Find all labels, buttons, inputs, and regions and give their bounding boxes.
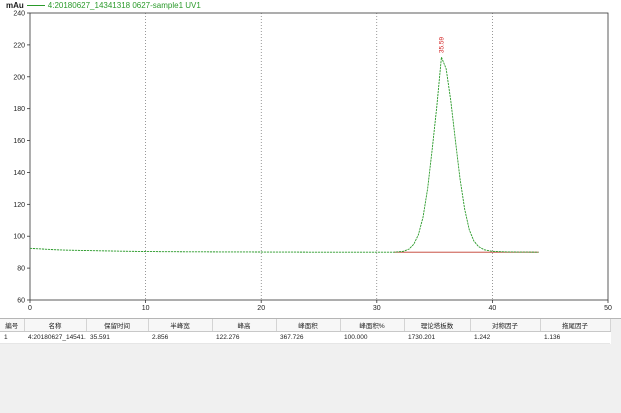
cell-peak-height: 122.276 [212, 331, 276, 344]
chromatogram-plot[interactable]: 0 10 20 30 40 50 60 80 100 120 140 160 180 200 220 240 3… [0, 0, 621, 318]
peak-label: 35.59 [438, 37, 445, 54]
y-tick-label: 180 [13, 106, 25, 113]
y-tick-label: 160 [13, 138, 25, 145]
col-header-half-width[interactable]: 半峰宽 [148, 319, 213, 332]
plot-frame [29, 12, 609, 301]
y-tick-label: 140 [13, 170, 25, 177]
y-tick-label: 120 [13, 202, 25, 209]
y-tick-label: 220 [13, 42, 25, 49]
x-tick-label: 50 [604, 305, 612, 312]
cell-index: 1 [0, 331, 24, 344]
cell-tailing-factor: 1.136 [540, 331, 610, 344]
col-header-peak-height[interactable]: 峰高 [212, 319, 277, 332]
peak-results-panel: 編号 名称 保留时间 半峰宽 峰高 峰面积 峰面积% 理论塔板数 对称因子 拖尾… [0, 318, 621, 413]
col-header-area-percent[interactable]: 峰面积% [340, 319, 405, 332]
x-tick-label: 10 [142, 305, 150, 312]
cell-area-percent: 100.000 [340, 331, 404, 344]
cell-half-width: 2.856 [148, 331, 212, 344]
y-tick-label: 200 [13, 74, 25, 81]
chromatogram-panel: mAu 4:20180627_14341318 0627-sample1 UV1 … [0, 0, 621, 318]
col-header-retention-time[interactable]: 保留时间 [86, 319, 149, 332]
col-header-index[interactable]: 編号 [0, 319, 25, 332]
cell-retention-time: 35.591 [86, 331, 148, 344]
cell-peak-area: 367.726 [276, 331, 340, 344]
col-header-peak-area[interactable]: 峰面积 [276, 319, 341, 332]
y-tick-label: 100 [13, 234, 25, 241]
y-tick-label: 60 [17, 298, 25, 305]
col-header-tailing-factor[interactable]: 拖尾因子 [540, 319, 611, 332]
cell-name: 4:20180627_14541... [24, 331, 86, 344]
table-header-row: 編号 名称 保留时间 半峰宽 峰高 峰面积 峰面积% 理论塔板数 对称因子 拖尾… [0, 319, 611, 332]
col-header-theoretical-plates[interactable]: 理论塔板数 [404, 319, 471, 332]
cell-theoretical-plates: 1730.201 [404, 331, 470, 344]
x-tick-label: 0 [28, 305, 32, 312]
x-tick-label: 40 [489, 305, 497, 312]
cell-symmetry-factor: 1.242 [470, 331, 540, 344]
x-tick-label: 30 [373, 305, 381, 312]
peak-results-table: 編号 名称 保留时间 半峰宽 峰高 峰面积 峰面积% 理论塔板数 对称因子 拖尾… [0, 319, 611, 344]
col-header-symmetry-factor[interactable]: 对称因子 [470, 319, 541, 332]
col-header-name[interactable]: 名称 [24, 319, 87, 332]
x-tick-label: 20 [257, 305, 265, 312]
y-tick-label: 80 [17, 266, 25, 273]
table-row[interactable]: 1 4:20180627_14541... 35.591 2.856 122.2… [0, 331, 610, 344]
y-tick-label: 240 [13, 11, 25, 18]
